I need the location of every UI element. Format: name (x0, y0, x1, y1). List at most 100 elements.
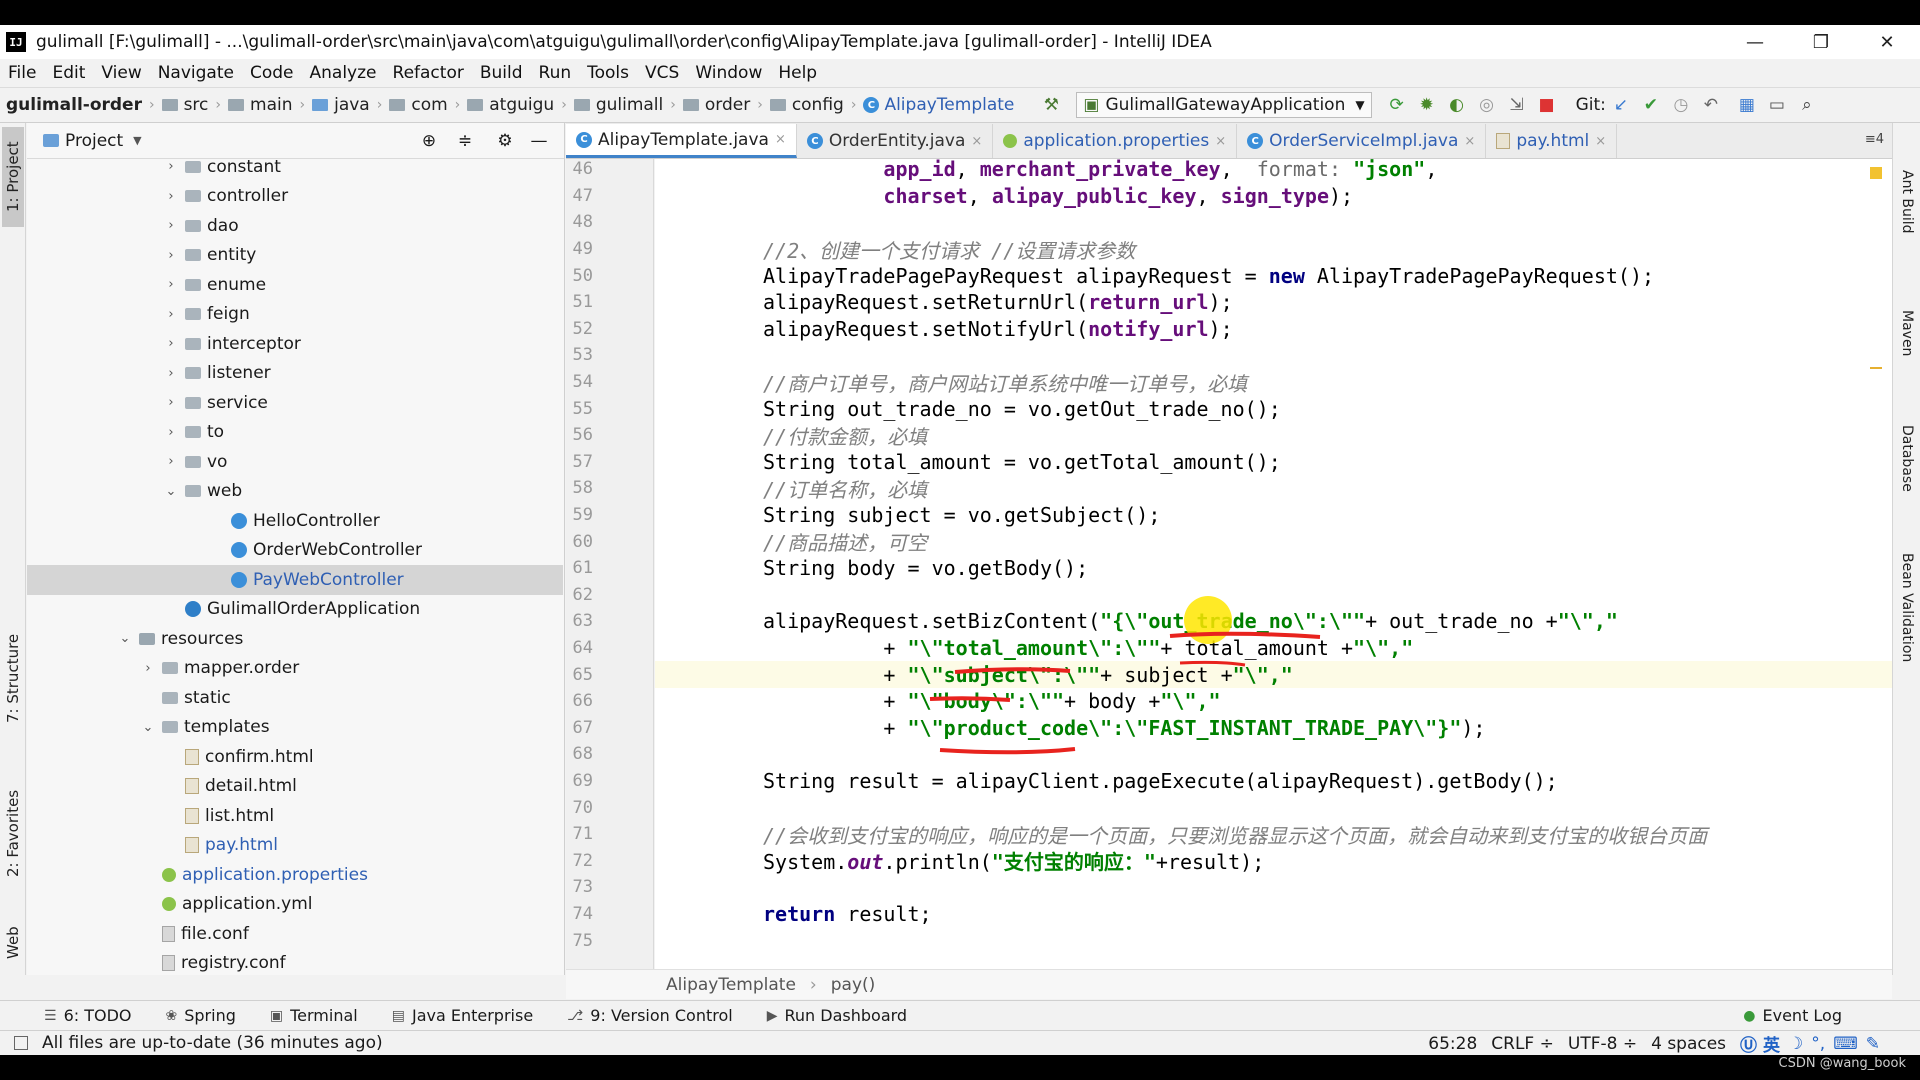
line-number[interactable]: 75 (573, 927, 593, 954)
project-structure-icon[interactable]: ▦ (1736, 94, 1758, 116)
code-line[interactable]: String result = alipayClient.pageExecute… (655, 768, 1892, 795)
line-number[interactable]: 54 (573, 369, 593, 396)
tree-item-interceptor[interactable]: › interceptor (27, 329, 563, 359)
code-line[interactable] (655, 874, 1892, 901)
line-number[interactable]: 73 (573, 874, 593, 901)
line-number[interactable]: 46 (573, 159, 593, 183)
code-line[interactable]: //商户订单号，商户网站订单系统中唯一订单号，必填 (655, 369, 1892, 396)
line-separator[interactable]: CRLF ÷ (1491, 1034, 1554, 1054)
nav-crumb-java[interactable]: java › (312, 95, 389, 115)
line-number[interactable]: 52 (573, 316, 593, 343)
code-line[interactable] (655, 927, 1892, 954)
code-line[interactable]: app_id, merchant_private_key, format: "j… (655, 159, 1892, 183)
ime-keyboard-icon[interactable]: ⌨ (1833, 1034, 1858, 1054)
tree-item-application-properties[interactable]: application.properties (27, 860, 563, 890)
code-line[interactable]: + "\"subject\":\""+ subject +"\"," (655, 661, 1892, 688)
close-tab-icon[interactable]: × (1215, 134, 1226, 149)
ant-build-tab[interactable]: Ant Build (1896, 147, 1918, 257)
menu-tools[interactable]: Tools (587, 63, 629, 83)
run-config-select[interactable]: ▣ GulimallGatewayApplication ▼ (1076, 92, 1372, 118)
bottom-tab-spring[interactable]: ❀ Spring (166, 1006, 236, 1025)
code-line[interactable] (655, 342, 1892, 369)
stop-icon[interactable]: ■ (1536, 94, 1558, 116)
ime-indicator-icon[interactable]: Ⓤ (1740, 1031, 1757, 1055)
menu-refactor[interactable]: Refactor (393, 63, 464, 83)
nav-crumb-com[interactable]: com › (389, 95, 467, 115)
chevron-right-icon[interactable]: › (163, 248, 179, 263)
line-number[interactable]: 63 (573, 608, 593, 635)
menu-analyze[interactable]: Analyze (310, 63, 377, 83)
nav-crumb-atguigu[interactable]: atguigu › (467, 95, 574, 115)
web-tool-tab[interactable]: Web (2, 913, 24, 973)
nav-crumb-config[interactable]: config › (769, 95, 864, 115)
line-number[interactable]: 59 (573, 502, 593, 529)
menu-window[interactable]: Window (695, 63, 762, 83)
tree-item-listener[interactable]: › listener (27, 359, 563, 389)
code-line[interactable]: String total_amount = vo.getTotal_amount… (655, 449, 1892, 476)
git-commit-icon[interactable]: ✔ (1640, 94, 1662, 116)
code-line[interactable] (655, 794, 1892, 821)
ime-moon-icon[interactable]: ☽ (1788, 1034, 1803, 1054)
code-line[interactable]: charset, alipay_public_key, sign_type); (655, 183, 1892, 210)
menu-build[interactable]: Build (480, 63, 523, 83)
tree-item-templates[interactable]: ⌄ templates (27, 713, 563, 743)
menu-help[interactable]: Help (778, 63, 817, 83)
chevron-right-icon[interactable]: › (163, 277, 179, 292)
menu-vcs[interactable]: VCS (645, 63, 679, 83)
tree-item-static[interactable]: static (27, 683, 563, 713)
hide-panel-icon[interactable]: — (528, 130, 550, 152)
line-number[interactable]: 49 (573, 236, 593, 263)
code-line[interactable]: + "\"product_code\":\"FAST_INSTANT_TRADE… (655, 715, 1892, 742)
close-tab-icon[interactable]: × (775, 132, 786, 147)
locate-icon[interactable]: ⊕ (418, 130, 440, 152)
caret-position[interactable]: 65:28 (1428, 1034, 1477, 1054)
code-line[interactable] (655, 741, 1892, 768)
code-line[interactable]: //订单名称，必填 (655, 475, 1892, 502)
ime-settings-icon[interactable]: ✎ (1866, 1034, 1880, 1054)
git-update-icon[interactable]: ↙ (1610, 94, 1632, 116)
tree-item-file-conf[interactable]: file.conf (27, 919, 563, 949)
line-number[interactable]: 67 (573, 715, 593, 742)
gear-icon[interactable]: ⚙ (494, 130, 516, 152)
code-line[interactable]: + "\"body\":\""+ body +"\"," (655, 688, 1892, 715)
line-number[interactable]: 58 (573, 475, 593, 502)
tree-item-list-html[interactable]: list.html (27, 801, 563, 831)
editor-tab-orderserviceimpl-java[interactable]: C OrderServiceImpl.java × (1237, 124, 1487, 158)
event-log-tab[interactable]: ● Event Log (1743, 1006, 1842, 1025)
code-line[interactable]: String body = vo.getBody(); (655, 555, 1892, 582)
tree-item-paywebcontroller[interactable]: PayWebController (27, 565, 563, 595)
chevron-right-icon[interactable]: › (163, 159, 179, 174)
line-number[interactable]: 71 (573, 821, 593, 848)
nav-crumb-gulimall-order[interactable]: gulimall-order › (6, 95, 162, 115)
bean-validation-tab[interactable]: Bean Validation (1896, 523, 1918, 693)
tree-item-registry-conf[interactable]: registry.conf (27, 949, 563, 976)
line-number[interactable]: 51 (573, 289, 593, 316)
bottom-tab-java-enterprise[interactable]: ▤ Java Enterprise (392, 1006, 533, 1025)
code-line[interactable]: return result; (655, 901, 1892, 928)
status-toggle-icon[interactable] (14, 1036, 28, 1050)
crumb-method[interactable]: pay() (831, 975, 876, 995)
code-line[interactable]: System.out.println("支付宝的响应："+result); (655, 848, 1892, 874)
profile-icon[interactable]: ◎ (1476, 94, 1498, 116)
chevron-right-icon[interactable]: › (163, 425, 179, 440)
tree-item-constant[interactable]: › constant (27, 159, 563, 182)
chevron-right-icon[interactable]: › (163, 218, 179, 233)
line-number[interactable]: 60 (573, 528, 593, 555)
line-number[interactable]: 47 (573, 183, 593, 210)
code-line[interactable]: alipayRequest.setNotifyUrl(notify_url); (655, 316, 1892, 343)
restore-button[interactable]: ❐ (1788, 25, 1854, 59)
editor-tab-orderentity-java[interactable]: C OrderEntity.java × (797, 124, 994, 158)
chevron-down-icon[interactable]: ⌄ (140, 720, 156, 735)
menu-file[interactable]: File (8, 63, 36, 83)
menu-code[interactable]: Code (250, 63, 294, 83)
line-number[interactable]: 74 (573, 901, 593, 928)
tree-item-detail-html[interactable]: detail.html (27, 772, 563, 802)
close-window-button[interactable]: ✕ (1854, 25, 1920, 59)
tree-item-dao[interactable]: › dao (27, 211, 563, 241)
crumb-class[interactable]: AlipayTemplate (666, 975, 796, 995)
build-hammer-icon[interactable]: ⚒ (1040, 94, 1062, 116)
close-tab-icon[interactable]: × (971, 134, 982, 149)
attach-icon[interactable]: ⇲ (1506, 94, 1528, 116)
chevron-down-icon[interactable]: ▼ (133, 134, 141, 147)
bottom-tab-terminal[interactable]: ▣ Terminal (270, 1006, 358, 1025)
